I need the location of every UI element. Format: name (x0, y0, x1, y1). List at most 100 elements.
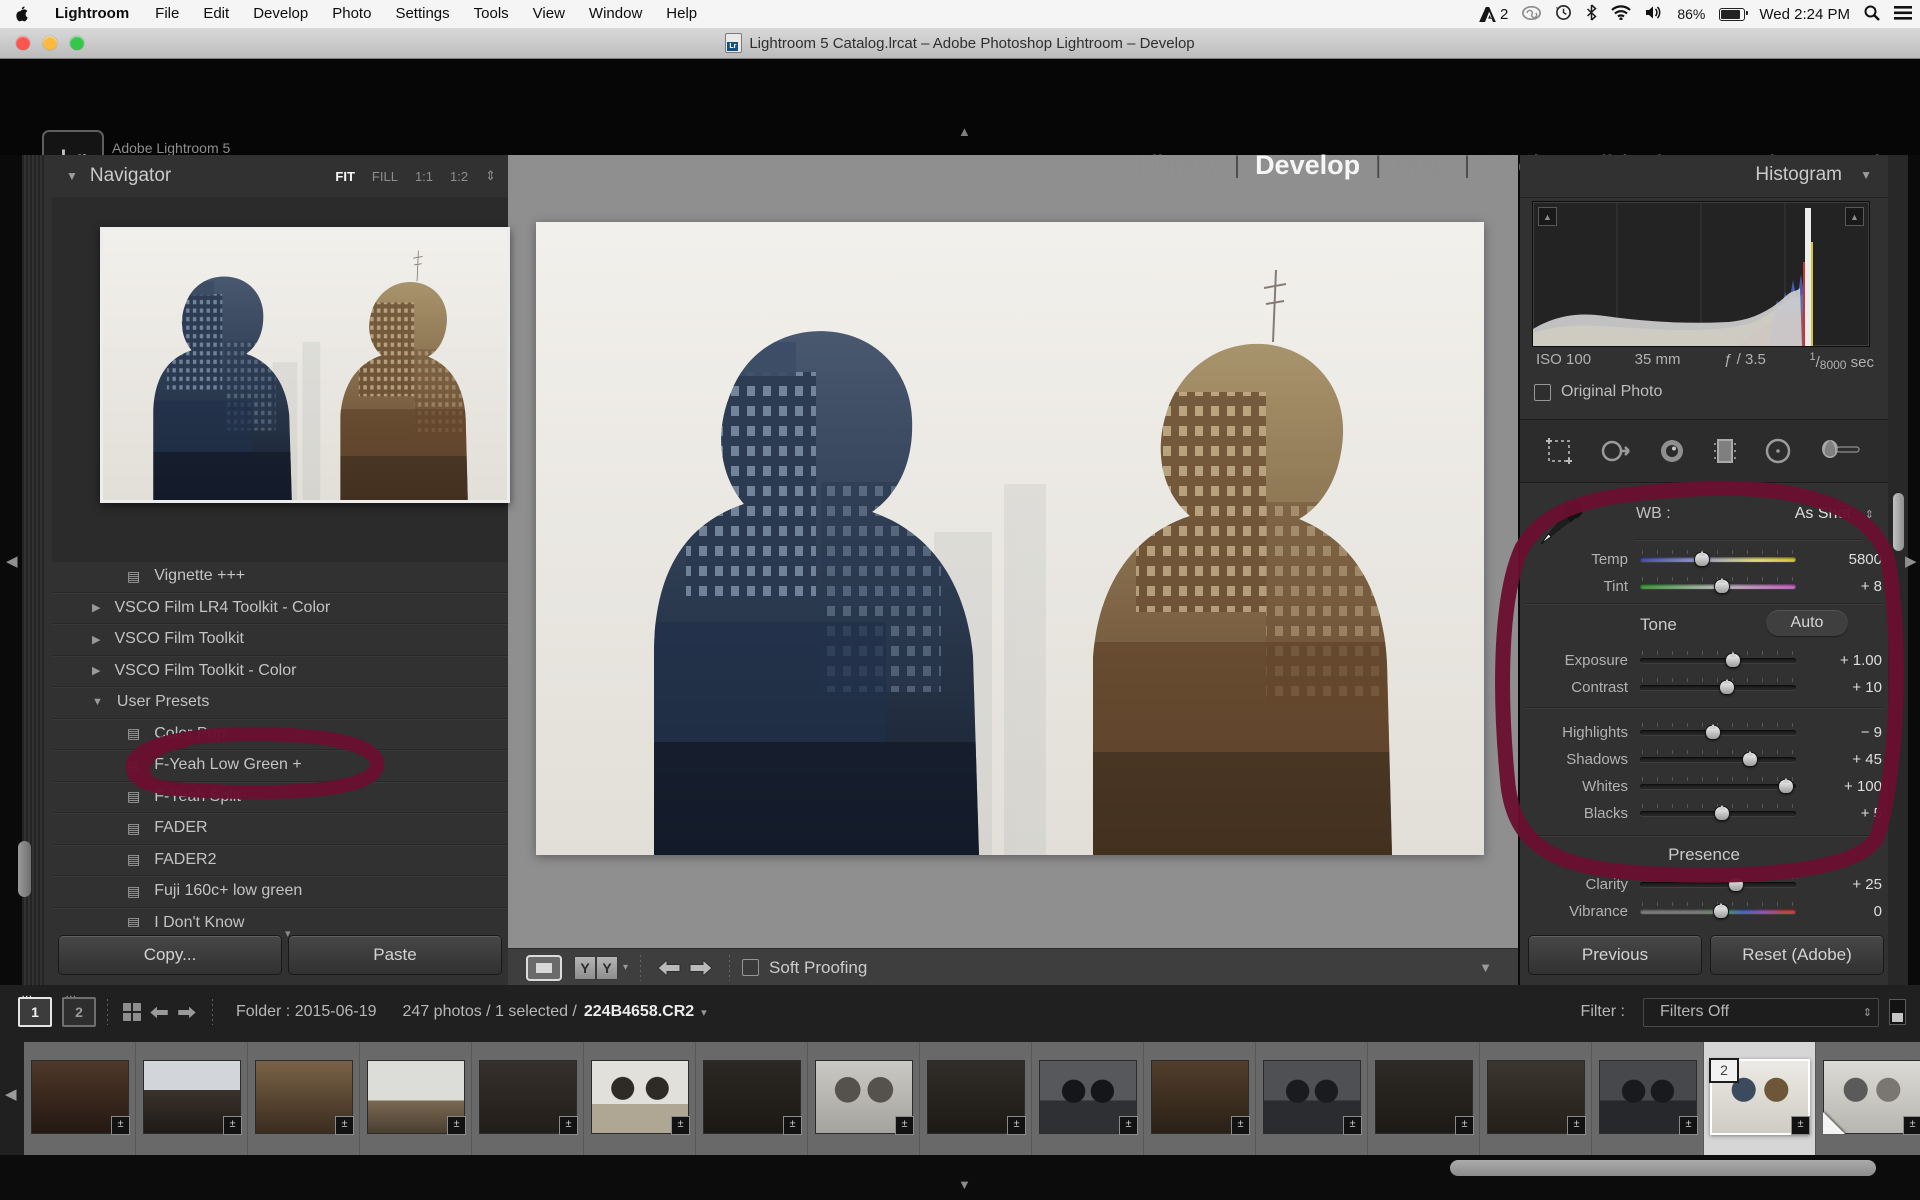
preset-vsco-film-toolkit-color[interactable]: ▶VSCO Film Toolkit - Color (52, 656, 508, 688)
window-titlebar[interactable]: Lr Lightroom 5 Catalog.lrcat – Adobe Pho… (0, 28, 1920, 59)
slider-thumb[interactable] (1778, 779, 1794, 794)
zoom-mode-1:1[interactable]: 1:1 (415, 169, 433, 184)
module-map[interactable]: Map (1381, 150, 1464, 181)
thumbnail[interactable]: ± (920, 1042, 1032, 1155)
volume-icon[interactable] (1645, 5, 1663, 23)
filmstrip-scroll-left-icon[interactable]: ◀ (5, 1085, 17, 1103)
slider-track[interactable] (1640, 557, 1796, 562)
thumbnail-selected[interactable]: ±2 (1704, 1042, 1816, 1155)
apple-menu-icon[interactable] (0, 5, 41, 23)
wb-value-dropdown[interactable]: As Shot ⇕ (1795, 505, 1874, 523)
red-eye-tool-icon[interactable] (1656, 436, 1688, 466)
right-panel-scrollbar[interactable] (1888, 155, 1908, 985)
slider-thumb[interactable] (1713, 904, 1729, 919)
slider-thumb[interactable] (1728, 877, 1744, 892)
filmstrip-back-arrow-icon[interactable] (149, 1005, 169, 1020)
slider-thumb[interactable] (1694, 552, 1710, 567)
thumbnail[interactable]: ± (696, 1042, 808, 1155)
preset-fader2[interactable]: ▤FADER2 (52, 845, 508, 877)
wifi-icon[interactable] (1611, 5, 1631, 23)
bottom-panel-collapse-icon[interactable]: ▼ (958, 1177, 971, 1192)
preset-i-don-t-know[interactable]: ▤I Don't Know (52, 908, 508, 928)
soft-proofing-checkbox[interactable] (742, 959, 759, 976)
left-panel-scrollbar[interactable] (22, 155, 44, 985)
adjustment-badge-icon[interactable]: ± (1903, 1116, 1920, 1135)
original-photo-checkbox[interactable] (1534, 384, 1551, 401)
spot-removal-tool-icon[interactable] (1598, 436, 1634, 466)
thumbnail[interactable]: ± (1032, 1042, 1144, 1155)
menu-photo[interactable]: Photo (320, 0, 383, 28)
navigator-preview-image[interactable] (100, 227, 510, 503)
histogram-disclosure-icon[interactable]: ▼ (1860, 168, 1872, 182)
spotlight-icon[interactable] (1864, 5, 1880, 24)
graduated-filter-tool-icon[interactable] (1710, 436, 1740, 466)
menu-settings[interactable]: Settings (383, 0, 461, 28)
thumbnail[interactable]: ± (1256, 1042, 1368, 1155)
thumbnail[interactable]: ± (1816, 1042, 1920, 1155)
slider-track[interactable] (1640, 685, 1796, 690)
thumbnail[interactable]: ± (24, 1042, 136, 1155)
adjustment-badge-icon[interactable]: ± (1007, 1116, 1026, 1135)
menu-help[interactable]: Help (654, 0, 709, 28)
filmstrip-forward-arrow-icon[interactable] (177, 1005, 197, 1020)
highlight-clipping-indicator[interactable]: ▲ (1845, 207, 1864, 226)
main-photo[interactable] (536, 222, 1484, 855)
adjustment-badge-icon[interactable]: ± (895, 1116, 914, 1135)
thumbnail[interactable]: ± (808, 1042, 920, 1155)
copy-button[interactable]: Copy... (58, 935, 282, 975)
adjustment-brush-tool-icon[interactable] (1816, 436, 1862, 466)
slider-track[interactable] (1640, 584, 1796, 589)
disclosure-triangle-icon[interactable]: ▶ (92, 664, 100, 677)
adjustment-badge-icon[interactable]: ± (1455, 1116, 1474, 1135)
zoom-mode-fit[interactable]: FIT (335, 169, 355, 184)
thumbnail[interactable]: ± (248, 1042, 360, 1155)
adjustment-badge-icon[interactable]: ± (335, 1116, 354, 1135)
preset-vignette[interactable]: ▤Vignette +++ (52, 561, 508, 593)
left-scrollbar-thumb[interactable] (18, 841, 31, 897)
crop-tool-icon[interactable] (1542, 436, 1576, 466)
auto-tone-button[interactable]: Auto (1766, 610, 1848, 636)
adjustment-badge-icon[interactable]: ± (447, 1116, 466, 1135)
disclosure-triangle-icon[interactable]: ▶ (92, 601, 100, 614)
menu-develop[interactable]: Develop (241, 0, 320, 28)
slider-track[interactable] (1640, 730, 1796, 735)
adjustment-badge-icon[interactable]: ± (671, 1116, 690, 1135)
slider-track[interactable] (1640, 909, 1796, 914)
thumbnail[interactable]: ± (584, 1042, 696, 1155)
thumbnail[interactable]: ± (1480, 1042, 1592, 1155)
menu-tools[interactable]: Tools (462, 0, 521, 28)
navigator-header[interactable]: ▼ Navigator FITFILL1:11:2⇕ (52, 155, 508, 198)
adjustment-badge-icon[interactable]: ± (223, 1116, 242, 1135)
disclosure-triangle-icon[interactable]: ▼ (92, 696, 103, 708)
time-machine-icon[interactable] (1555, 4, 1572, 24)
before-after-dropdown-icon[interactable]: ▾ (623, 962, 628, 973)
adjustment-badge-icon[interactable]: ± (1791, 1116, 1810, 1135)
thumbnail[interactable]: ± (360, 1042, 472, 1155)
slider-track[interactable] (1640, 658, 1796, 663)
preset-fuji-160c-low-green[interactable]: ▤Fuji 160c+ low green (52, 876, 508, 908)
zoom-mode-stepper-icon[interactable]: ⇕ (485, 168, 496, 184)
filter-toggle[interactable] (1889, 999, 1906, 1025)
module-develop[interactable]: Develop (1240, 150, 1375, 181)
adjustment-badge-icon[interactable]: ± (1679, 1116, 1698, 1135)
slider-thumb[interactable] (1719, 680, 1735, 695)
adjustment-badge-icon[interactable]: ± (783, 1116, 802, 1135)
adjustment-badge-icon[interactable]: ± (1567, 1116, 1586, 1135)
preset-user-presets[interactable]: ▼User Presets (52, 687, 508, 719)
grid-view-icon[interactable] (123, 1003, 141, 1021)
preset-f-yeah-low-green[interactable]: ▤F-Yeah Low Green + (52, 750, 508, 782)
radial-filter-tool-icon[interactable] (1762, 436, 1794, 466)
thumbnail[interactable]: ± (136, 1042, 248, 1155)
preset-f-yeah-split[interactable]: ▤F-Yeah Split (52, 782, 508, 814)
loupe-view-button[interactable] (526, 955, 562, 981)
slider-track[interactable] (1640, 784, 1796, 789)
thumbnail[interactable]: ± (472, 1042, 584, 1155)
thumbnail[interactable]: ± (1368, 1042, 1480, 1155)
preset-vsco-film-lr4-toolkit-color[interactable]: ▶VSCO Film LR4 Toolkit - Color (52, 593, 508, 625)
before-after-button[interactable]: YY (574, 956, 618, 980)
slider-thumb[interactable] (1714, 806, 1730, 821)
navigator-disclosure-icon[interactable]: ▼ (66, 169, 78, 183)
module-library[interactable]: Library (1121, 150, 1234, 181)
thumbnail[interactable]: ± (1592, 1042, 1704, 1155)
menu-view[interactable]: View (521, 0, 577, 28)
